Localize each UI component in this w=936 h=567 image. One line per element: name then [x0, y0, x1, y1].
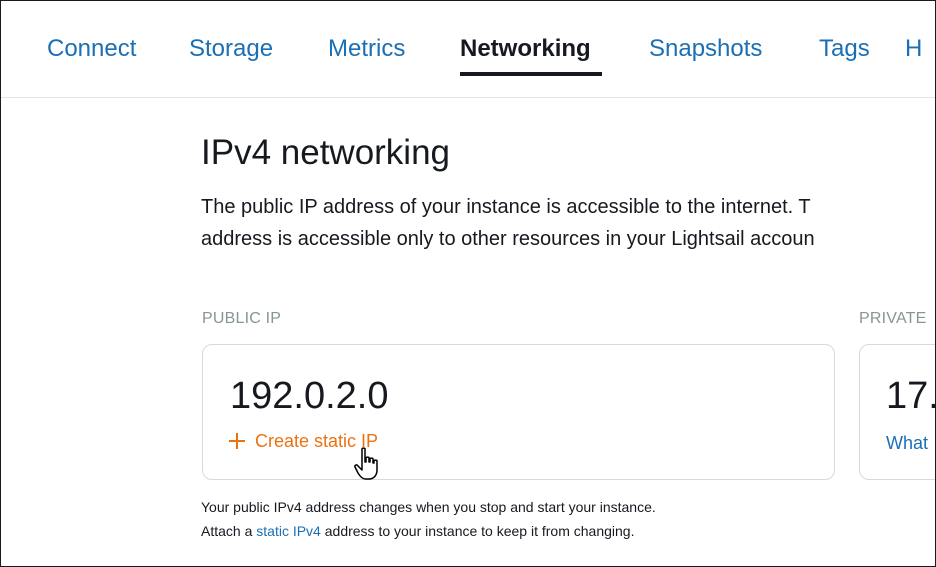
note-line-2: Attach a static IPv4 address to your ins…	[201, 519, 656, 543]
private-ip-card: 17. What	[859, 344, 936, 480]
section-description: The public IP address of your instance i…	[201, 191, 815, 255]
hand-cursor-icon	[354, 447, 378, 480]
tab-connect[interactable]: Connect	[47, 31, 136, 67]
note-line-2-prefix: Attach a	[201, 523, 257, 539]
tab-history[interactable]: H	[905, 31, 922, 67]
plus-icon	[229, 433, 245, 449]
note-line-1: Your public IPv4 address changes when yo…	[201, 499, 656, 515]
tab-metrics[interactable]: Metrics	[328, 31, 405, 67]
public-ip-card: 192.0.2.0 Create static IP	[202, 344, 835, 480]
tab-snapshots[interactable]: Snapshots	[649, 31, 762, 67]
private-ip-label: PRIVATE	[859, 310, 927, 327]
public-ip-note: Your public IPv4 address changes when yo…	[201, 495, 656, 543]
description-line-2: address is accessible only to other reso…	[201, 228, 815, 250]
active-tab-indicator	[460, 72, 602, 76]
section-heading: IPv4 networking	[201, 133, 451, 172]
tab-storage[interactable]: Storage	[189, 31, 273, 67]
tab-tags[interactable]: Tags	[819, 31, 870, 67]
description-line-1: The public IP address of your instance i…	[201, 196, 811, 218]
private-ip-info-link[interactable]: What	[886, 432, 928, 454]
tab-networking[interactable]: Networking	[460, 31, 591, 67]
instance-networking-panel: Connect Storage Metrics Networking Snaps…	[0, 0, 936, 567]
public-ip-value: 192.0.2.0	[230, 375, 389, 417]
tab-bar: Connect Storage Metrics Networking Snaps…	[1, 1, 935, 98]
note-line-2-suffix: address to your instance to keep it from…	[320, 523, 635, 539]
private-ip-value: 17.	[886, 375, 936, 417]
public-ip-label: PUBLIC IP	[202, 310, 282, 327]
static-ipv4-link[interactable]: static IPv4	[256, 523, 321, 539]
